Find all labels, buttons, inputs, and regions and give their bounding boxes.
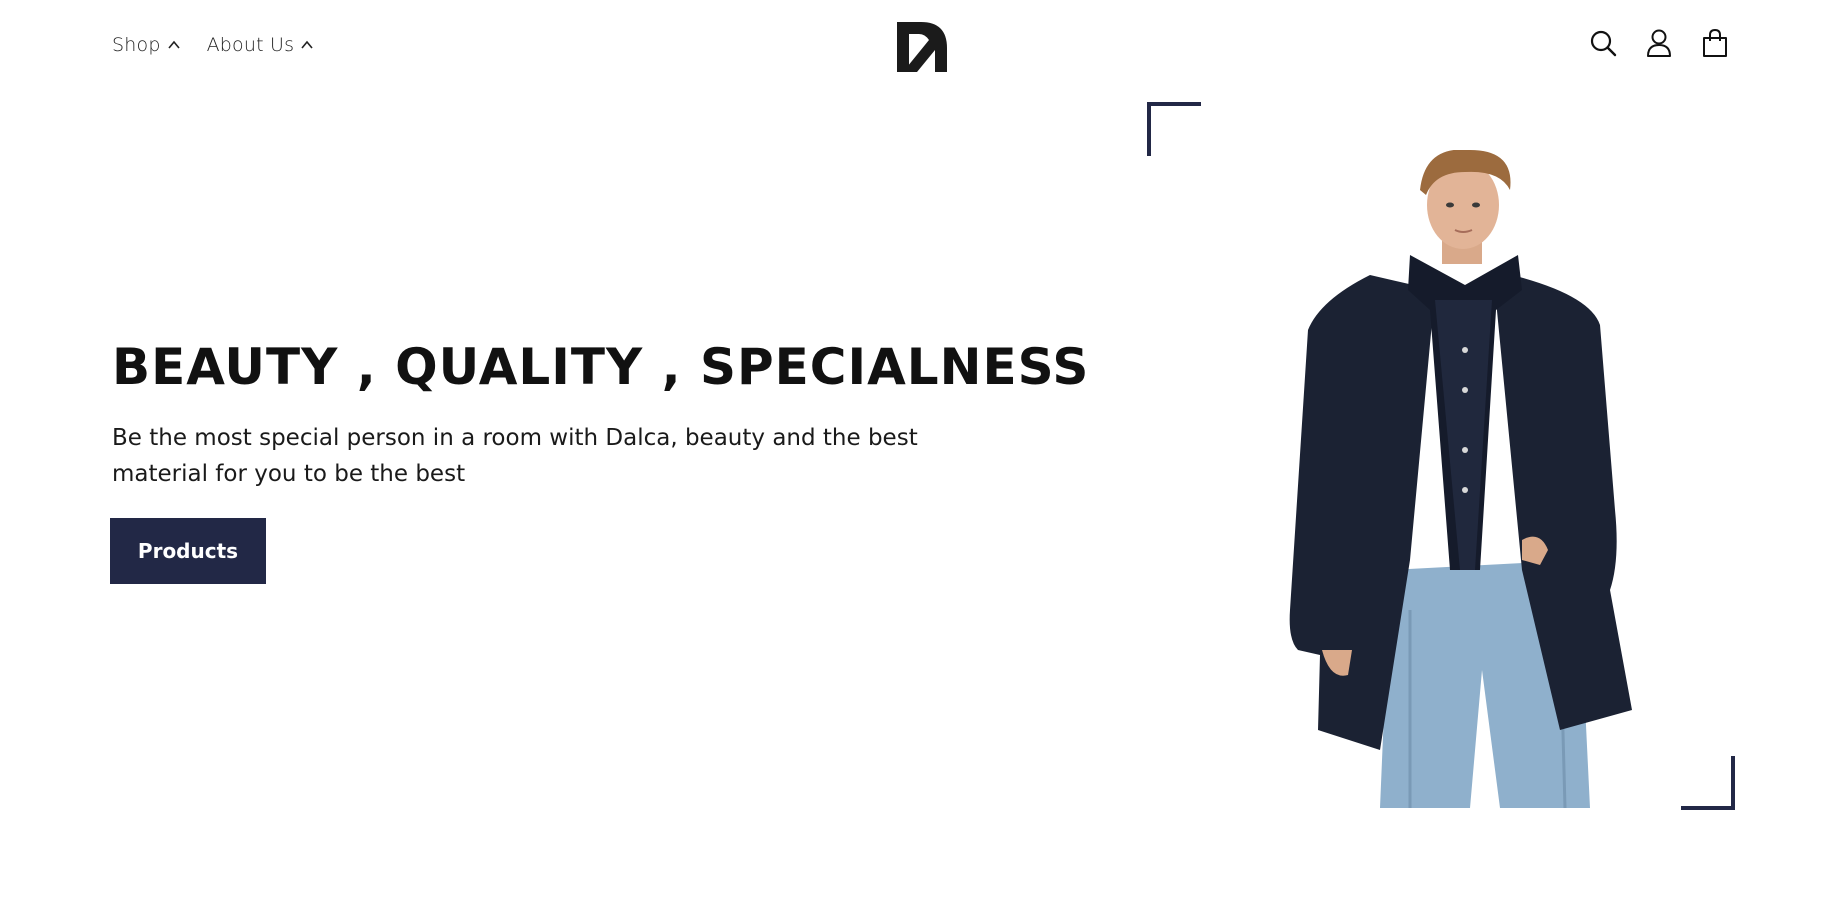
chevron-up-icon	[301, 40, 313, 49]
nav-item-about-us[interactable]: About Us	[207, 34, 315, 56]
main-nav: Shop About Us	[112, 34, 314, 56]
nav-label-about-us: About Us	[206, 34, 295, 56]
hero-title: BEAUTY , QUALITY , SPECIALNESS	[112, 338, 1090, 396]
header-icons	[1588, 28, 1730, 58]
user-icon	[1647, 29, 1671, 57]
frame-corner-bottom-right	[1681, 756, 1735, 810]
hero-subtitle: Be the most special person in a room wit…	[112, 425, 918, 487]
nav-item-shop[interactable]: Shop	[112, 34, 181, 56]
account-button[interactable]	[1644, 28, 1674, 58]
site-header: Shop About Us	[0, 0, 1836, 92]
brand-logo[interactable]	[895, 20, 949, 74]
page: Shop About Us BEAUTY , QUALITY , SPECIAL…	[0, 0, 1836, 921]
cart-button[interactable]	[1700, 28, 1730, 58]
chevron-up-icon	[167, 40, 180, 49]
nav-label-shop: Shop	[112, 34, 161, 56]
search-icon	[1590, 30, 1617, 57]
frame-corner-top-left	[1147, 102, 1201, 156]
shopping-bag-icon	[1703, 28, 1727, 57]
search-button[interactable]	[1588, 28, 1618, 58]
hero-model-image	[1289, 150, 1632, 808]
products-button[interactable]: Products	[110, 518, 266, 584]
